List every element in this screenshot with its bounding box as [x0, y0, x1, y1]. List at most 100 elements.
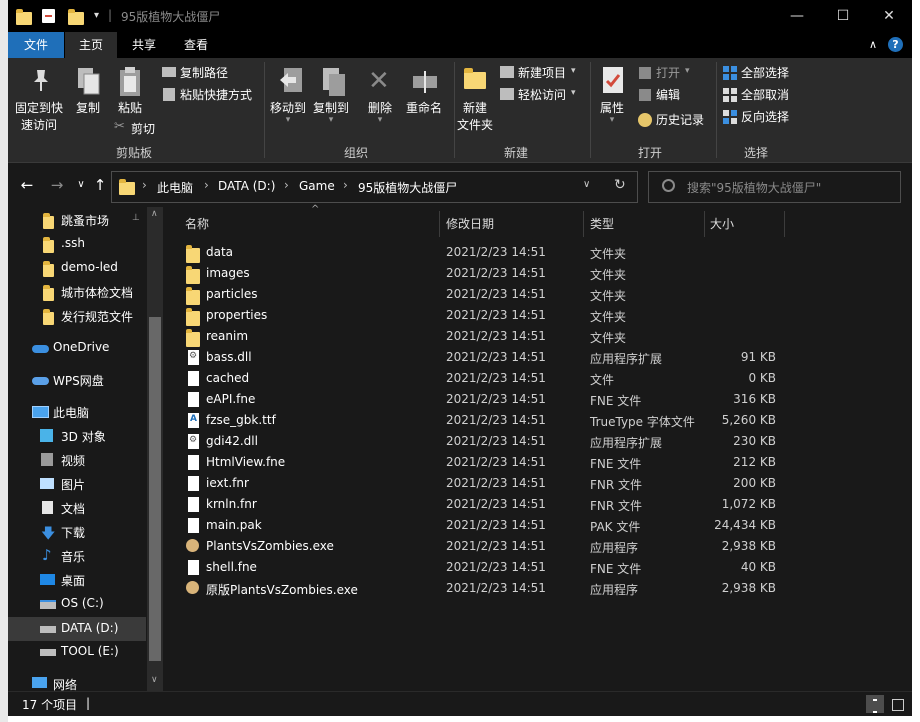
large-icons-view-button[interactable]: [888, 695, 906, 713]
select-group-label: 选择: [744, 146, 769, 160]
new-item-label: 新建项目: [518, 66, 567, 80]
nav-item-wps-drive[interactable]: WPS网盘: [8, 368, 148, 392]
edit-icon: [639, 89, 651, 101]
nav-item-3d-objects[interactable]: 3D 对象: [8, 424, 148, 448]
search-box[interactable]: 搜索"95版植物大战僵尸": [648, 171, 901, 203]
table-row[interactable]: HtmlView.fne 2021/2/23 14:51 FNE 文件 212 KB: [186, 452, 786, 473]
background-right-strip: [912, 0, 920, 722]
history-label: 历史记录: [656, 113, 705, 127]
table-row[interactable]: reanim 2021/2/23 14:51 文件夹: [186, 326, 786, 347]
nav-item-this-pc[interactable]: 此电脑: [8, 400, 148, 424]
refresh-icon[interactable]: ↻: [614, 177, 626, 193]
crumb-current-folder[interactable]: 95版植物大战僵尸: [358, 179, 457, 196]
nav-item-pictures[interactable]: 图片: [8, 472, 148, 496]
nav-item-city-check-docs[interactable]: 城市体检文档: [8, 280, 148, 304]
file-name: particles: [206, 287, 258, 301]
delete-x-icon: ✕: [368, 66, 390, 96]
tab-view[interactable]: 查看: [170, 32, 222, 58]
nav-item-release-spec[interactable]: 发行规范文件: [8, 304, 148, 328]
scroll-down-icon[interactable]: ∨: [151, 675, 158, 685]
nav-item-demo-led[interactable]: demo-led: [8, 256, 148, 280]
copy-to-dropdown-icon: ▾: [328, 115, 334, 125]
move-to-icon: [278, 66, 306, 101]
maximize-button[interactable]: ☐: [820, 0, 866, 32]
file-date: 2021/2/23 14:51: [446, 392, 546, 406]
address-row: ← → ∨ ↑ › 此电脑 › DATA (D:) › Game › 95版植物…: [8, 163, 912, 207]
pin-icon[interactable]: ⊥: [132, 213, 140, 223]
file-type: FNR 文件: [590, 478, 643, 492]
column-separator[interactable]: [583, 211, 584, 237]
tab-home[interactable]: 主页: [65, 32, 117, 58]
table-row[interactable]: images 2021/2/23 14:51 文件夹: [186, 263, 786, 284]
film-icon: [41, 453, 53, 466]
address-dropdown-icon[interactable]: ∨: [583, 179, 590, 190]
crumb-game[interactable]: Game: [299, 179, 335, 193]
recent-locations-button[interactable]: ∨: [72, 176, 90, 194]
file-name: PlantsVsZombies.exe: [206, 539, 334, 553]
table-row[interactable]: PlantsVsZombies.exe 2021/2/23 14:51 应用程序 2,…: [186, 536, 786, 557]
table-row[interactable]: particles 2021/2/23 14:51 文件夹: [186, 284, 786, 305]
nav-item-desktop[interactable]: 桌面: [8, 568, 148, 592]
file-date: 2021/2/23 14:51: [446, 329, 546, 343]
table-row[interactable]: main.pak 2021/2/23 14:51 PAK 文件 24,434 KB: [186, 515, 786, 536]
file-icon: [188, 518, 199, 533]
table-row[interactable]: 原版PlantsVsZombies.exe 2021/2/23 14:51 应用程序…: [186, 578, 786, 599]
nav-item-ssh[interactable]: .ssh: [8, 232, 148, 256]
table-row[interactable]: data 2021/2/23 14:51 文件夹: [186, 242, 786, 263]
nav-item-onedrive[interactable]: OneDrive: [8, 336, 148, 360]
address-bar[interactable]: › 此电脑 › DATA (D:) › Game › 95版植物大战僵尸 ∨ ↻: [111, 171, 638, 203]
title-bar[interactable]: ▾ | 95版植物大战僵尸 — ☐ ✕: [8, 0, 912, 32]
table-row[interactable]: krnln.fnr 2021/2/23 14:51 FNR 文件 1,072 KB: [186, 494, 786, 515]
nav-item-os-c[interactable]: OS (C:): [8, 592, 148, 616]
details-view-button[interactable]: [866, 695, 884, 713]
nav-item-downloads[interactable]: 🡇 下载: [8, 520, 148, 544]
column-separator[interactable]: [784, 211, 785, 237]
nav-item-music[interactable]: ♪ 音乐: [8, 544, 148, 568]
scroll-up-icon[interactable]: ∧: [151, 209, 158, 219]
table-row[interactable]: shell.fne 2021/2/23 14:51 FNE 文件 40 KB: [186, 557, 786, 578]
paste-label: 粘贴: [117, 101, 142, 115]
file-name: data: [206, 245, 234, 259]
up-button[interactable]: ↑: [91, 176, 109, 194]
open-icon: [639, 67, 651, 79]
minimize-button[interactable]: —: [774, 0, 820, 32]
nav-scrollbar[interactable]: ∧ ∨: [147, 207, 163, 691]
tab-file[interactable]: 文件: [8, 32, 64, 58]
table-row[interactable]: fzse_gbk.ttf2021/2/23 14:51TrueType 字体文件…: [186, 410, 786, 431]
column-header-name[interactable]: 名称: [185, 213, 209, 235]
file-name: main.pak: [206, 518, 262, 532]
table-row[interactable]: properties 2021/2/23 14:51 文件夹: [186, 305, 786, 326]
back-button[interactable]: ←: [18, 176, 36, 194]
crumb-data-drive[interactable]: DATA (D:): [218, 179, 275, 193]
font-file-icon: [188, 413, 199, 428]
column-header-type[interactable]: 类型: [590, 213, 614, 235]
table-row[interactable]: gdi42.dll 2021/2/23 14:51 应用程序扩展 230 KB: [186, 431, 786, 452]
properties-quick-icon[interactable]: [42, 9, 55, 23]
file-name: shell.fne: [206, 560, 257, 574]
column-separator[interactable]: [704, 211, 705, 237]
help-icon[interactable]: ?: [888, 37, 903, 52]
table-row[interactable]: bass.dll 2021/2/23 14:51 应用程序扩展 91 KB: [186, 347, 786, 368]
quick-access-dropdown-icon[interactable]: ▾: [94, 10, 99, 21]
table-row[interactable]: iext.fnr 2021/2/23 14:51 FNR 文件 200 KB: [186, 473, 786, 494]
scroll-thumb[interactable]: [149, 317, 161, 661]
file-type: 文件: [590, 373, 615, 387]
new-folder-quick-icon[interactable]: [68, 9, 84, 25]
nav-item-documents[interactable]: 文档: [8, 496, 148, 520]
table-row[interactable]: eAPI.fne 2021/2/23 14:51 FNE 文件 316 KB: [186, 389, 786, 410]
nav-item-flea-market[interactable]: 跳蚤市场 ⊥: [8, 208, 148, 232]
nav-item-tool-e[interactable]: TOOL (E:): [8, 640, 148, 664]
collapse-ribbon-icon[interactable]: ∧: [864, 32, 882, 58]
close-button[interactable]: ✕: [866, 0, 912, 32]
tab-share[interactable]: 共享: [118, 32, 170, 58]
table-row[interactable]: cached 2021/2/23 14:51 文件 0 KB: [186, 368, 786, 389]
column-header-size[interactable]: 大小: [710, 213, 734, 235]
nav-item-data-d[interactable]: DATA (D:): [8, 617, 146, 641]
nav-item-videos[interactable]: 视频: [8, 448, 148, 472]
move-to-dropdown-icon: ▾: [285, 115, 291, 125]
crumb-this-pc[interactable]: 此电脑: [157, 179, 193, 196]
column-separator[interactable]: [439, 211, 440, 237]
column-header-date[interactable]: 修改日期: [446, 213, 494, 235]
file-date: 2021/2/23 14:51: [446, 371, 546, 385]
forward-button[interactable]: →: [48, 176, 66, 194]
